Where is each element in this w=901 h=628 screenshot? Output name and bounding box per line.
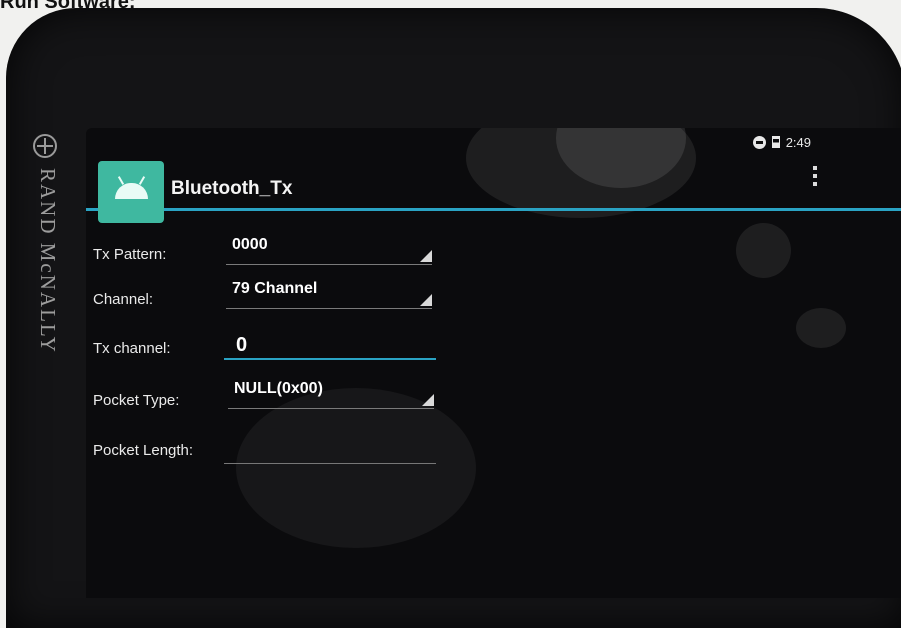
form-row-tx-pattern: Tx Pattern: 0000 [86,234,901,274]
android-app-icon[interactable] [98,161,164,223]
app-title: Bluetooth_Tx [171,178,293,199]
channel-value: 79 Channel [232,280,318,297]
status-bar: 2:49 [752,128,811,156]
globe-logo-icon [33,134,57,158]
dropdown-arrow-icon [420,294,432,306]
brand-name: RAND McNALLY [36,168,60,354]
pocket-type-spinner[interactable]: NULL(0x00) [228,378,434,409]
form-row-tx-channel: Tx channel: [86,326,901,366]
action-bar: Bluetooth_Tx [86,156,901,223]
overflow-menu-icon[interactable] [813,166,817,186]
pocket-type-value: NULL(0x00) [234,380,323,397]
device-screen: 2:49 Bluetooth_Tx Tx Pattern: 0000 Chann… [86,128,901,598]
tx-channel-input[interactable] [224,332,436,360]
pocket-length-input[interactable] [224,436,436,464]
channel-spinner[interactable]: 79 Channel [226,278,432,309]
tx-channel-label: Tx channel: [93,340,171,357]
form-row-channel: Channel: 79 Channel [86,278,901,318]
dropdown-arrow-icon [422,394,434,406]
pocket-length-label: Pocket Length: [93,442,194,459]
tx-pattern-value: 0000 [232,236,268,253]
channel-label: Channel: [93,291,154,308]
brand-area: RAND McNALLY [30,134,60,418]
do-not-disturb-icon [752,135,766,149]
status-time: 2:49 [785,134,811,150]
form-row-pocket-length: Pocket Length: [86,432,901,472]
tx-pattern-label: Tx Pattern: [93,246,167,263]
battery-icon [771,136,780,148]
dropdown-arrow-icon [420,250,432,262]
tx-pattern-spinner[interactable]: 0000 [226,234,432,265]
form-row-pocket-type: Pocket Type: NULL(0x00) [86,378,901,418]
pocket-type-label: Pocket Type: [93,392,180,409]
